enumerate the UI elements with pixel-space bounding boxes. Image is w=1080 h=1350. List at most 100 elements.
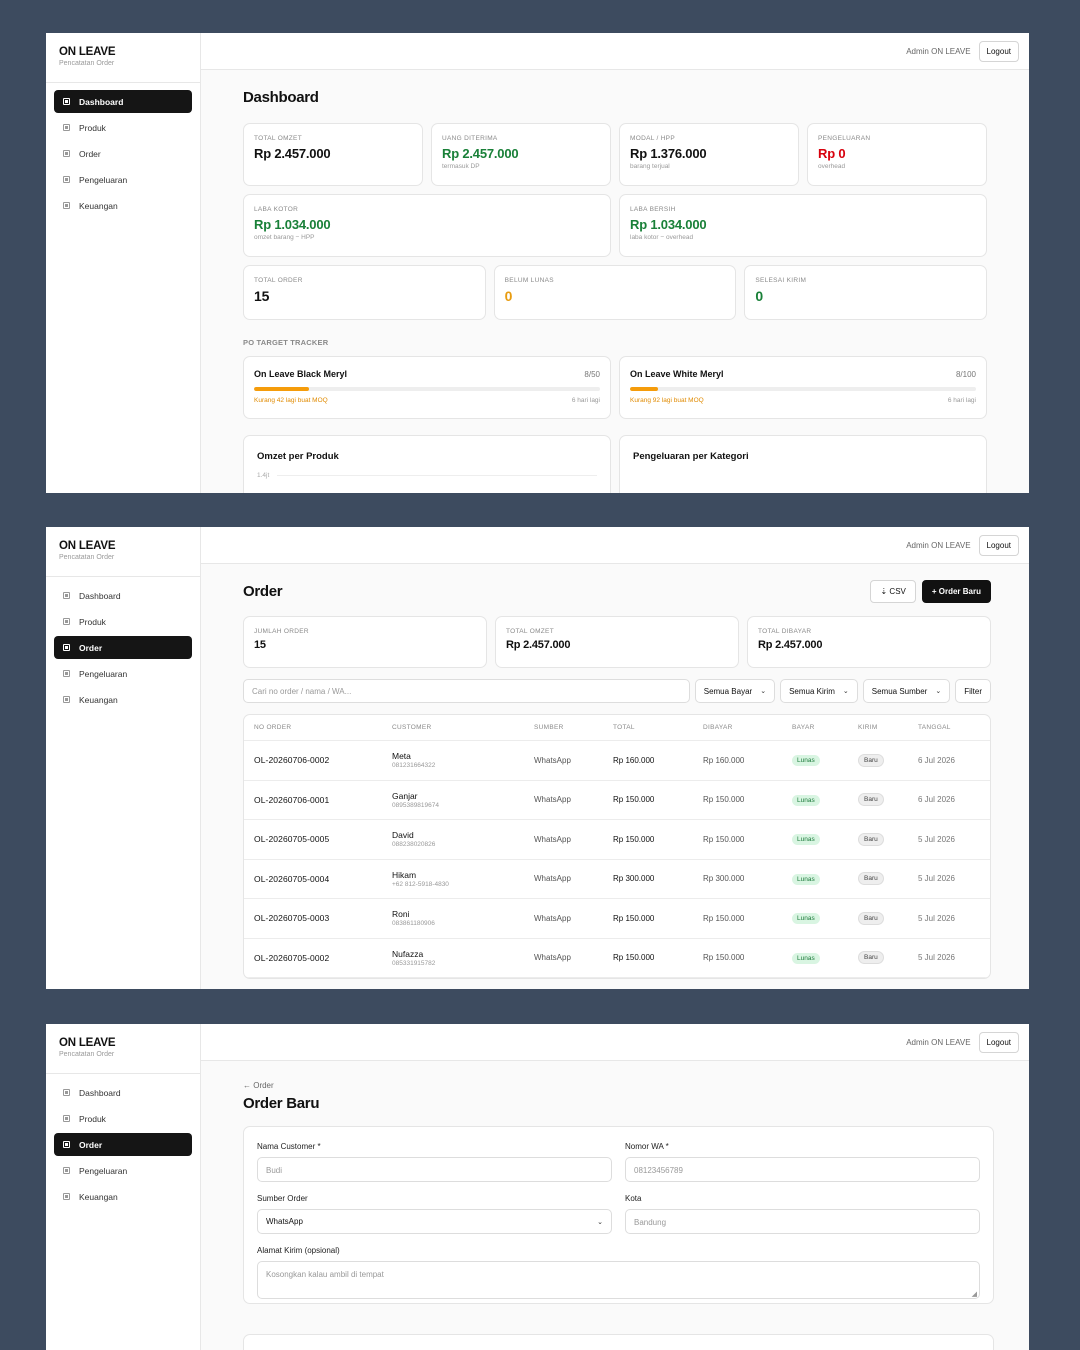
admin-name: Admin ON LEAVE [906, 540, 971, 550]
brand-name: ON LEAVE [59, 1037, 116, 1049]
pay-status-badge: Lunas [792, 873, 820, 885]
select-value: Semua Sumber [871, 686, 928, 696]
dashboard-screen: ON LEAVE Pencatatan Order Dashboard Prod… [46, 33, 1029, 493]
order-number[interactable]: OL-20260705-0005 [244, 834, 392, 844]
dashboard-icon [63, 1089, 70, 1096]
customer-name: Meta [392, 751, 411, 762]
city-input[interactable]: Bandung [625, 1209, 980, 1234]
pay-status-badge: Lunas [792, 913, 820, 925]
stat-value: Rp 2.457.000 [506, 639, 571, 651]
sidebar-item-label: Keuangan [79, 1191, 118, 1202]
table-row[interactable]: OL-20260706-0001 Ganjar 0895389819674 Wha… [244, 781, 990, 820]
sidebar-item-dashboard[interactable]: Dashboard [54, 90, 192, 113]
order-number[interactable]: OL-20260705-0004 [244, 874, 392, 884]
address-textarea[interactable]: Kosongkan kalau ambil di tempat ◢ [257, 1261, 980, 1299]
customer-name: David [392, 830, 414, 841]
col-header[interactable]: DIBAYAR [703, 724, 792, 731]
sidebar-item-keuangan[interactable]: Keuangan [54, 194, 192, 217]
sidebar-item-produk[interactable]: Produk [54, 116, 192, 139]
sidebar-item-order[interactable]: Order [54, 636, 192, 659]
order-number[interactable]: OL-20260706-0002 [244, 755, 392, 765]
stats-row-2: LABA KOTOR Rp 1.034.000 omzet barang − H… [243, 194, 987, 257]
stat-label: TOTAL OMZET [506, 628, 554, 635]
po-row: On Leave Black Meryl 8/50 Kurang 42 lagi … [243, 356, 987, 419]
sidebar: ON LEAVE Pencatatan Order Dashboard Prod… [46, 1024, 201, 1350]
po-card: On Leave Black Meryl 8/50 Kurang 42 lagi … [243, 356, 611, 419]
search-input[interactable]: Cari no order / nama / WA... [243, 679, 690, 703]
sidebar-item-label: Keuangan [79, 200, 118, 211]
sidebar-item-produk[interactable]: Produk [54, 610, 192, 633]
order-number[interactable]: OL-20260706-0001 [244, 795, 392, 805]
brand-name: ON LEAVE [59, 540, 116, 552]
sidebar-item-pengeluaran[interactable]: Pengeluaran [54, 662, 192, 685]
table-row[interactable]: OL-20260705-0005 David 088238020826 Whats… [244, 820, 990, 860]
col-header[interactable]: TANGGAL [918, 724, 990, 731]
source-filter-select[interactable]: Semua Sumber ⌄ [862, 679, 951, 703]
col-header[interactable]: TOTAL [613, 724, 703, 731]
col-header[interactable]: BAYAR [792, 724, 858, 731]
chart-tick: 1.4jt [257, 472, 597, 479]
pay-status-badge: Lunas [792, 834, 820, 846]
col-header[interactable]: NO ORDER [244, 724, 392, 731]
col-header[interactable]: SUMBER [534, 724, 613, 731]
pay-filter-select[interactable]: Semua Bayar ⌄ [694, 679, 776, 703]
customer-name-input[interactable]: Budi [257, 1157, 612, 1182]
resize-handle-icon[interactable]: ◢ [972, 1290, 977, 1298]
csv-export-button[interactable]: ⇣ CSV [870, 580, 916, 603]
back-link[interactable]: ← Order [243, 1081, 994, 1090]
table-row[interactable]: OL-20260705-0002 Nufazza 085331915782 Wha… [244, 939, 990, 978]
order-icon [63, 1141, 70, 1148]
table-row[interactable]: OL-20260705-0004 Hikam +62 812-5918-4830 … [244, 860, 990, 899]
page-header: Order ⇣ CSV + Order Baru [243, 580, 991, 603]
logout-button[interactable]: Logout [978, 534, 1019, 556]
col-header[interactable]: KIRIM [858, 724, 918, 731]
stat-selesai-kirim: SELESAI KIRIM 0 [744, 265, 988, 320]
new-order-button[interactable]: + Order Baru [921, 580, 991, 603]
city-label: Kota [625, 1194, 642, 1203]
sidebar-item-label: Keuangan [79, 694, 118, 705]
source-select[interactable]: WhatsApp ⌄ [257, 1209, 612, 1234]
filter-button[interactable]: Filter [955, 679, 991, 703]
col-header[interactable]: CUSTOMER [392, 724, 534, 731]
sidebar-item-keuangan[interactable]: Keuangan [54, 1185, 192, 1208]
stat-label: MODAL / HPP [630, 135, 675, 142]
sidebar-item-keuangan[interactable]: Keuangan [54, 688, 192, 711]
logout-button[interactable]: Logout [978, 1031, 1019, 1053]
chart-pengeluaran-per-kategori: Pengeluaran per Kategori [619, 435, 987, 493]
sidebar-item-order[interactable]: Order [54, 142, 192, 165]
sidebar-item-pengeluaran[interactable]: Pengeluaran [54, 1159, 192, 1182]
sidebar-item-pengeluaran[interactable]: Pengeluaran [54, 168, 192, 191]
select-value: Semua Bayar [703, 686, 753, 696]
order-total: Rp 150.000 [613, 795, 655, 805]
order-paid: Rp 160.000 [703, 755, 745, 765]
pengeluaran-icon [63, 1167, 70, 1174]
po-card: On Leave White Meryl 8/100 Kurang 92 lagi… [619, 356, 987, 419]
new-order-screen: ON LEAVE Pencatatan Order Dashboard Prod… [46, 1024, 1029, 1350]
table-row[interactable]: OL-20260705-0003 Roni 083861180906 WhatsA… [244, 899, 990, 939]
table-row[interactable]: OL-20260706-0002 Meta 081231664322 WhatsA… [244, 741, 990, 781]
brand: ON LEAVE Pencatatan Order [46, 527, 200, 577]
brand-name: ON LEAVE [59, 46, 116, 58]
stat-value: 0 [755, 288, 763, 304]
order-source: WhatsApp [534, 913, 571, 923]
po-name: On Leave Black Meryl [254, 369, 348, 379]
order-paid: Rp 150.000 [703, 913, 745, 923]
stat-label: TOTAL ORDER [254, 277, 303, 284]
stat-total-omzet: TOTAL OMZET Rp 2.457.000 [495, 616, 739, 668]
wa-number-input[interactable]: 08123456789 [625, 1157, 980, 1182]
ship-filter-select[interactable]: Semua Kirim ⌄ [780, 679, 858, 703]
order-number[interactable]: OL-20260705-0002 [244, 953, 392, 963]
stat-belum-lunas: BELUM LUNAS 0 [493, 265, 737, 320]
order-total: Rp 160.000 [613, 755, 655, 765]
sidebar-item-dashboard[interactable]: Dashboard [54, 1081, 192, 1104]
chart-tick-label: 1.4jt [257, 472, 270, 479]
stat-label: TOTAL DIBAYAR [758, 628, 812, 635]
admin-name: Admin ON LEAVE [906, 1037, 971, 1047]
chart-title: Omzet per Produk [257, 451, 339, 462]
sidebar-item-dashboard[interactable]: Dashboard [54, 584, 192, 607]
logout-button[interactable]: Logout [978, 40, 1019, 62]
sidebar-item-produk[interactable]: Produk [54, 1107, 192, 1130]
sidebar-item-order[interactable]: Order [54, 1133, 192, 1156]
stat-value: Rp 2.457.000 [254, 146, 331, 161]
order-number[interactable]: OL-20260705-0003 [244, 913, 392, 923]
